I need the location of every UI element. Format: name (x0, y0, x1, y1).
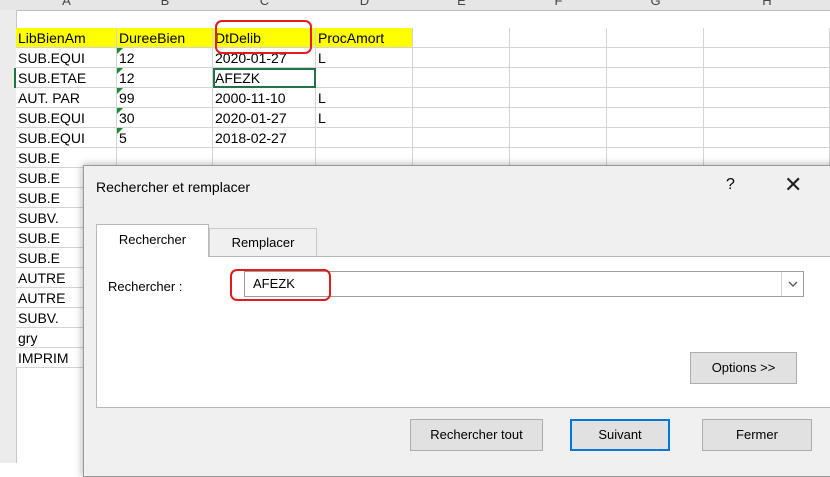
annotation-highlight-find-value (230, 269, 331, 301)
empty-cell[interactable] (510, 48, 607, 68)
cell-d[interactable] (316, 68, 413, 88)
cell-c[interactable]: 2020-01-27 (213, 108, 316, 128)
column-header-a[interactable]: A (16, 0, 118, 11)
column-header-g[interactable]: G (607, 0, 705, 11)
cell-b[interactable]: 12 (117, 48, 213, 68)
empty-cell[interactable] (704, 68, 830, 88)
empty-cell[interactable] (413, 68, 510, 88)
column-header-b[interactable]: B (117, 0, 214, 11)
find-next-button[interactable]: Suivant (570, 419, 670, 451)
empty-cell[interactable] (510, 28, 607, 48)
column-header-d[interactable]: D (316, 0, 414, 11)
column-header-e[interactable]: E (413, 0, 511, 11)
cell-c[interactable]: 2000-11-10 (213, 88, 316, 108)
cell-d[interactable]: L (316, 108, 413, 128)
cell-d[interactable]: L (316, 48, 413, 68)
error-indicator-icon (117, 108, 123, 114)
empty-cell[interactable] (413, 28, 510, 48)
find-all-button[interactable]: Rechercher tout (410, 419, 543, 451)
find-label: Rechercher : (108, 279, 183, 294)
empty-cell[interactable] (510, 88, 607, 108)
error-indicator-icon (117, 68, 123, 74)
cell-b[interactable]: 5 (117, 128, 213, 148)
tab-remplacer[interactable]: Remplacer (209, 228, 317, 257)
help-icon[interactable]: ? (726, 176, 735, 194)
cell-a[interactable]: AUT. PAR (16, 88, 117, 108)
cell-b[interactable]: 30 (117, 108, 213, 128)
header-cell-libbienam[interactable]: LibBienAm (16, 28, 117, 48)
empty-cell[interactable] (413, 48, 510, 68)
empty-cell[interactable] (607, 128, 704, 148)
options-button[interactable]: Options >> (690, 352, 797, 384)
empty-cell[interactable] (704, 28, 830, 48)
empty-cell[interactable] (510, 68, 607, 88)
empty-cell[interactable] (704, 48, 830, 68)
chevron-down-icon[interactable] (781, 272, 803, 296)
empty-cell[interactable] (704, 88, 830, 108)
cell-a[interactable]: SUB.EQUI (16, 48, 117, 68)
cell-d[interactable] (316, 128, 413, 148)
column-header-f[interactable]: F (510, 0, 608, 11)
empty-cell[interactable] (607, 108, 704, 128)
empty-cell[interactable] (413, 88, 510, 108)
cell-c[interactable]: AFEZK (213, 68, 316, 88)
annotation-highlight-dtdelib (215, 20, 312, 54)
tab-rechercher[interactable]: Rechercher (96, 224, 209, 257)
empty-cell[interactable] (704, 108, 830, 128)
cell-b[interactable]: 99 (117, 88, 213, 108)
column-header-h[interactable]: H (704, 0, 830, 11)
empty-cell[interactable] (510, 128, 607, 148)
close-icon[interactable]: ✕ (784, 172, 802, 198)
error-indicator-icon (117, 48, 123, 54)
error-indicator-icon (117, 128, 123, 134)
empty-cell[interactable] (413, 108, 510, 128)
cell-a[interactable]: SUB.EQUI (16, 108, 117, 128)
empty-cell[interactable] (413, 128, 510, 148)
error-indicator-icon (117, 88, 123, 94)
empty-cell[interactable] (607, 28, 704, 48)
cell-b[interactable]: 12 (117, 68, 213, 88)
empty-cell[interactable] (607, 68, 704, 88)
header-cell-procamort[interactable]: ProcAmort (316, 28, 413, 48)
empty-cell[interactable] (510, 108, 607, 128)
cell-a[interactable]: SUB.EQUI (16, 128, 117, 148)
empty-cell[interactable] (704, 128, 830, 148)
cell-a[interactable]: SUB.ETAE (16, 68, 117, 88)
header-cell-dureebien[interactable]: DureeBien (117, 28, 213, 48)
empty-cell[interactable] (607, 88, 704, 108)
dialog-title: Rechercher et remplacer (96, 179, 251, 195)
column-header-c[interactable]: C (213, 0, 317, 11)
find-replace-dialog: Rechercher et remplacer ? ✕ Rechercher R… (83, 165, 830, 477)
empty-cell[interactable] (607, 48, 704, 68)
close-button[interactable]: Fermer (702, 419, 812, 451)
cell-d[interactable]: L (316, 88, 413, 108)
row-selection-marker (14, 68, 16, 88)
cell-c[interactable]: 2018-02-27 (213, 128, 316, 148)
